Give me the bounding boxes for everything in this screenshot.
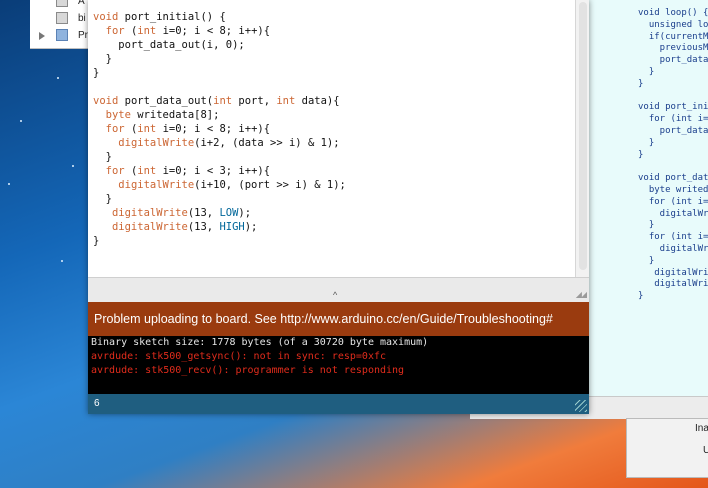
code-line: } [93, 235, 100, 247]
desktop-sparkle [72, 165, 74, 167]
code-line: } [93, 53, 112, 65]
code-line: } [93, 193, 112, 205]
dialog-text: U [703, 445, 708, 456]
code-line: void port_data_out(int port, int data){ [93, 95, 340, 107]
document-icon [56, 12, 68, 24]
grip-icon[interactable]: ◢◢ [576, 290, 587, 299]
background-code-line: previousMi [638, 43, 708, 54]
background-code-line: for (int i=0 [638, 232, 708, 243]
document-icon [56, 0, 68, 7]
code-line: digitalWrite(i+10, (port >> i) & 1); [118, 179, 346, 191]
background-code-line: void port_data [638, 173, 708, 184]
code-line: } [93, 151, 112, 163]
background-code-line: } [638, 255, 655, 266]
background-code-line: for (int i=0 [638, 114, 708, 125]
background-code-line: byte writeda [638, 184, 708, 195]
disclosure-triangle-icon[interactable] [39, 32, 45, 40]
status-message: Problem uploading to board. See http://w… [94, 312, 553, 326]
console-line: avrdude: stk500_getsync(): not in sync: … [91, 351, 387, 362]
background-code-text: void loop() { unsigned lon if(currentMi … [638, 8, 708, 303]
background-code-line: for (int i=0 [638, 196, 708, 207]
resize-handle-icon[interactable] [575, 400, 587, 412]
background-code-line: void port_init [638, 102, 708, 113]
console-line: Binary sketch size: 1778 bytes (of a 307… [91, 337, 429, 348]
background-code-line: digitalWri [638, 208, 708, 219]
background-code-line: port_data_ [638, 125, 708, 136]
finder-row[interactable]: bi [30, 11, 92, 26]
background-code-line: } [638, 220, 655, 231]
background-code-line: if(currentMi [638, 31, 708, 42]
finder-item-label: Pr [78, 30, 88, 41]
code-line: digitalWrite(13, HIGH); [111, 221, 258, 233]
desktop-sparkle [20, 120, 22, 122]
folder-icon [56, 29, 68, 41]
background-dialog[interactable]: Ina U [626, 418, 708, 478]
console-output[interactable]: Binary sketch size: 1778 bytes (of a 307… [88, 336, 589, 394]
background-code-line: } [638, 149, 644, 160]
background-code-line: unsigned lon [638, 19, 708, 30]
background-code-line [638, 91, 708, 103]
code-line: for (int i=0; i < 8; i++){ [105, 123, 271, 135]
code-line: for (int i=0; i < 8; i++){ [105, 25, 271, 37]
background-code-line: digitalWrit [638, 279, 708, 290]
editor-console-splitter[interactable]: ^ ◢◢ [88, 277, 589, 302]
desktop-sparkle [61, 260, 63, 262]
finder-item-label: bi [78, 13, 86, 24]
background-code-line: } [638, 78, 644, 89]
arduino-main-window: void port_initial() { for (int i=0; i < … [88, 0, 589, 414]
code-line: } [93, 67, 100, 79]
desktop-sparkle [8, 183, 10, 185]
background-code-line: } [638, 66, 655, 77]
code-line: for (int i=0; i < 3; i++){ [105, 165, 271, 177]
background-sketch-window[interactable]: void loop() { unsigned lon if(currentMi … [588, 0, 708, 396]
finder-item-label: A [78, 0, 85, 7]
background-code-line [638, 161, 708, 173]
background-code-line: port_data_ [638, 55, 708, 66]
code-line: digitalWrite(i+2, (data >> i) & 1); [118, 137, 340, 149]
dialog-text: Ina [695, 423, 708, 434]
finder-row[interactable]: Pr [30, 28, 92, 43]
desktop-sparkle [57, 77, 59, 79]
editor-vertical-scrollbar[interactable] [575, 0, 589, 277]
code-text: void port_initial() { for (int i=0; i < … [93, 10, 346, 248]
scrollbar-thumb[interactable] [579, 2, 587, 270]
footer-bar: 6 [88, 394, 589, 414]
code-line: digitalWrite(13, LOW); [111, 207, 252, 219]
line-number: 6 [94, 398, 100, 409]
status-bar: Problem uploading to board. See http://w… [88, 302, 589, 336]
code-line: byte writedata[8]; [105, 109, 220, 121]
code-line: port_data_out(i, 0); [93, 39, 245, 51]
finder-row[interactable]: A [30, 0, 92, 9]
collapse-arrow-icon[interactable]: ^ [333, 290, 337, 300]
background-code-line: } [638, 291, 644, 302]
background-code-line: void loop() { [638, 8, 708, 18]
finder-list-fragment: A bi Pr [30, 0, 93, 49]
background-code-line: } [638, 137, 655, 148]
console-line: avrdude: stk500_recv(): programmer is no… [91, 365, 405, 376]
background-code-line: digitalWrit [638, 267, 708, 278]
background-code-line: digitalWri [638, 243, 708, 254]
code-line: void port_initial() { [93, 11, 226, 23]
code-editor[interactable]: void port_initial() { for (int i=0; i < … [88, 0, 575, 277]
